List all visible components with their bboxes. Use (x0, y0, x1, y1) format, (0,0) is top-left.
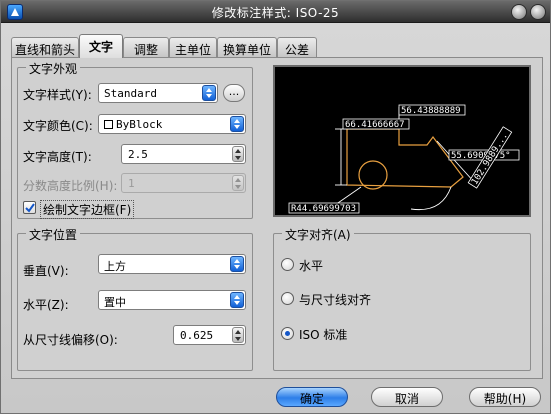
title-bar[interactable]: 修改标注样式: ISO-25 (1, 1, 550, 23)
updown-arrow-icon (230, 116, 244, 132)
horizontal-select[interactable]: 置中 (98, 290, 246, 310)
ok-button[interactable]: 确定 (276, 387, 348, 407)
horizontal-label: 水平(Z): (23, 298, 69, 312)
text-color-label: 文字颜色(C): (23, 119, 93, 133)
tab-lines-arrows[interactable]: 直线和箭头 (11, 37, 79, 57)
tab-fit[interactable]: 调整 (123, 37, 169, 57)
updown-arrow-icon (230, 292, 244, 308)
text-style-select[interactable]: Standard (98, 83, 218, 103)
text-height-label: 文字高度(T): (23, 150, 92, 164)
spinner-arrows-icon[interactable] (232, 175, 244, 191)
text-alignment-title: 文字对齐(A) (282, 226, 354, 243)
spinner-arrows-icon[interactable] (232, 146, 244, 162)
tab-tolerances[interactable]: 公差 (277, 37, 317, 57)
tab-text[interactable]: 文字 (79, 34, 123, 58)
align-horizontal-label[interactable]: 水平 (299, 257, 323, 274)
minimize-icon (512, 5, 526, 19)
fraction-height-label: 分数高度比例(H): (23, 179, 118, 193)
preview-dim-left: 66.41666667 (345, 120, 405, 130)
draw-frame-label[interactable]: 绘制文字边框(F) (40, 200, 135, 219)
minimize-button[interactable] (511, 4, 527, 20)
text-placement-title: 文字位置 (26, 226, 81, 243)
preview-dim-angle: 55.6909075° (451, 151, 511, 161)
radio-selected-dot (285, 331, 290, 336)
text-height-value: 2.5 (128, 148, 148, 161)
cancel-button[interactable]: 取消 (371, 387, 443, 407)
horizontal-value: 置中 (104, 296, 126, 309)
updown-arrow-icon (230, 256, 244, 272)
draw-frame-checkbox[interactable] (23, 201, 36, 214)
text-style-browse-button[interactable]: ... (223, 84, 245, 102)
tab-primary-units[interactable]: 主单位 (169, 37, 217, 57)
dialog-window: 修改标注样式: ISO-25 直线和箭头 文字 调整 主单位 换算单位 公差 文… (0, 0, 551, 414)
align-iso-standard-radio[interactable] (281, 327, 294, 340)
vertical-select[interactable]: 上方 (98, 254, 246, 274)
offset-label: 从尺寸线偏移(O): (23, 333, 118, 347)
dimension-preview: 66.41666667 56.43888889 55.6909075° 102.… (273, 65, 531, 217)
text-style-label: 文字样式(Y): (23, 88, 92, 102)
align-with-dim-line-label[interactable]: 与尺寸线对齐 (299, 291, 371, 308)
fraction-height-spinner[interactable]: 1 (121, 173, 246, 193)
offset-value: 0.625 (180, 329, 214, 342)
text-color-select[interactable]: ByBlock (98, 114, 246, 134)
align-horizontal-radio[interactable] (281, 258, 294, 271)
align-iso-standard-label[interactable]: ISO 标准 (299, 326, 347, 343)
window-title: 修改标注样式: ISO-25 (211, 6, 340, 20)
preview-dim-bottom: R44.69699703 (291, 204, 356, 214)
fraction-height-value: 1 (128, 177, 135, 190)
vertical-value: 上方 (104, 260, 126, 273)
align-with-dim-line-radio[interactable] (281, 292, 294, 305)
text-height-spinner[interactable]: 2.5 (121, 144, 246, 164)
spinner-arrows-icon[interactable] (232, 327, 244, 343)
close-icon (531, 5, 545, 19)
help-button[interactable]: 帮助(H) (469, 387, 541, 407)
text-color-value: ByBlock (116, 118, 163, 131)
geometry-outline (346, 128, 464, 188)
text-appearance-title: 文字外观 (26, 60, 81, 77)
close-button[interactable] (530, 4, 546, 20)
geometry-circle (358, 160, 388, 190)
vertical-label: 垂直(V): (23, 264, 69, 278)
updown-arrow-icon (202, 85, 216, 101)
text-style-value: Standard (104, 87, 157, 100)
tab-alternate-units[interactable]: 换算单位 (217, 37, 277, 57)
color-swatch (104, 120, 113, 129)
preview-dim-top: 56.43888889 (401, 106, 461, 116)
offset-spinner[interactable]: 0.625 (173, 325, 246, 345)
